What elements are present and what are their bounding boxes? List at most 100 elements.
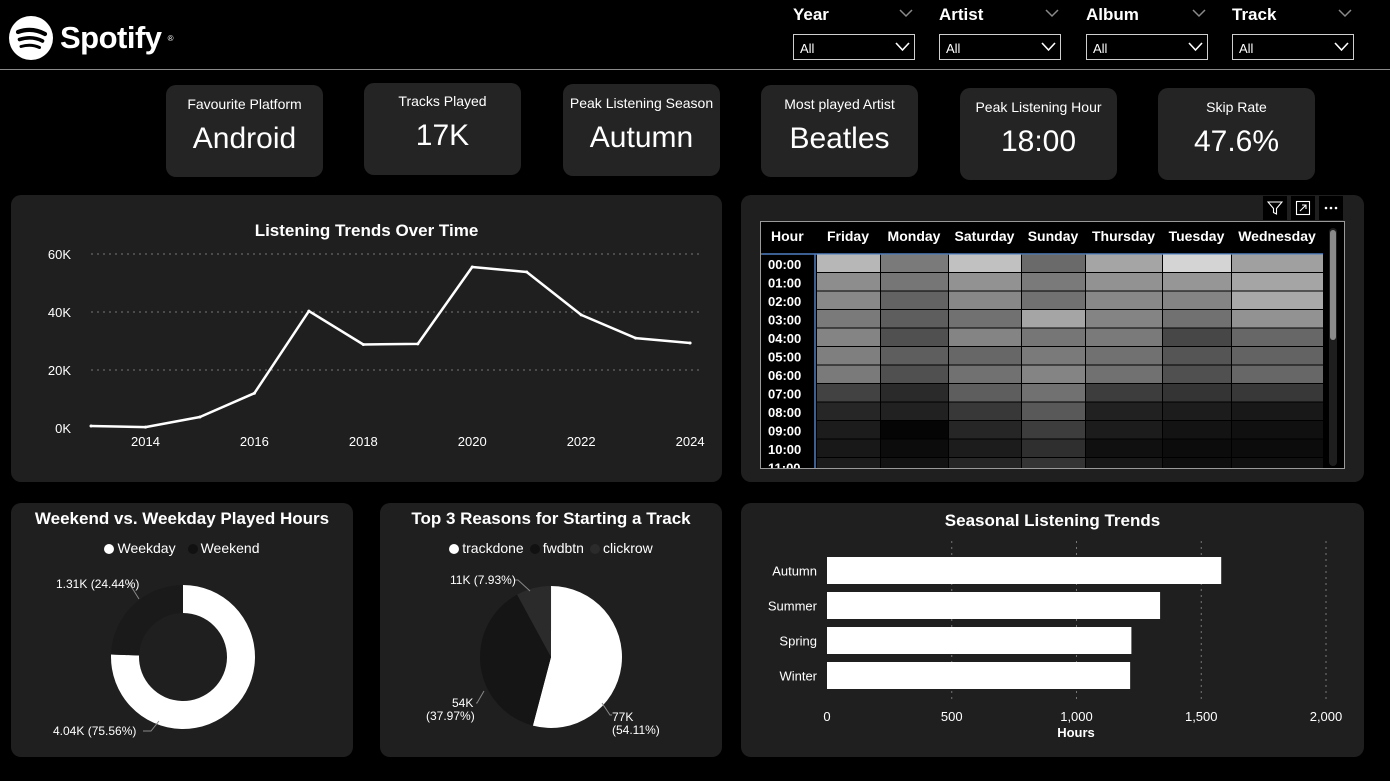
spotify-logo: Spotify ®: [8, 15, 173, 61]
y-category-label: Winter: [779, 669, 817, 684]
heatmap-cell: [1163, 328, 1231, 346]
heatmap-cell: [949, 421, 1021, 439]
heatmap-cell: [1086, 291, 1162, 309]
heatmap-cell: [817, 421, 880, 439]
heatmap-cell: [1086, 458, 1162, 468]
track-select[interactable]: All: [1232, 34, 1354, 60]
leader-line: [601, 702, 612, 716]
year-select-value: All: [800, 41, 815, 56]
bar-summer: [827, 592, 1161, 619]
year-filter[interactable]: Year All: [793, 5, 915, 60]
app-title: Spotify: [60, 20, 162, 55]
heatmap-column-header: Wednesday: [1238, 228, 1316, 244]
heatmap-cell: [817, 273, 880, 291]
heatmap-cell: [817, 439, 880, 457]
heatmap-row-label: 04:00: [768, 331, 801, 346]
heatmap-column-header: Sunday: [1028, 228, 1079, 244]
y-tick-label: 0K: [55, 421, 71, 436]
hour-day-heatmap[interactable]: Hour Friday Monday Saturday Sunday Thursday Tu…: [760, 221, 1345, 469]
heatmap-column-header: Friday: [827, 228, 869, 244]
heatmap-cell: [1086, 347, 1162, 365]
heatmap-row-label: 05:00: [768, 350, 801, 365]
donut-slice-weekend: [111, 585, 183, 656]
chevron-down-icon[interactable]: [899, 9, 913, 18]
album-select[interactable]: All: [1086, 34, 1208, 60]
heatmap-cell: [1232, 365, 1323, 383]
data-label: 11K (7.93%): [450, 573, 516, 587]
album-filter[interactable]: Album All: [1086, 5, 1208, 60]
heatmap-cell: [1232, 291, 1323, 309]
bar-spring: [827, 627, 1132, 654]
heatmap-cell: [881, 273, 948, 291]
heatmap-cell: [1086, 328, 1162, 346]
data-point: [307, 309, 311, 313]
heatmap-cell: [881, 328, 948, 346]
kpi-peak-season: Peak Listening Season Autumn: [563, 84, 720, 176]
heatmap-column-header: Thursday: [1092, 228, 1155, 244]
heatmap-cell: [949, 384, 1021, 402]
heatmap-cell: [949, 273, 1021, 291]
heatmap-cell: [881, 291, 948, 309]
heatmap-cell: [1086, 365, 1162, 383]
heatmap-cell: [1086, 402, 1162, 420]
data-label: 54K: [452, 696, 473, 710]
more-options-icon[interactable]: [1319, 196, 1343, 220]
heatmap-cell: [949, 458, 1021, 468]
chevron-down-icon[interactable]: [1338, 9, 1352, 18]
heatmap-cell: [881, 310, 948, 328]
heatmap-row-label: 09:00: [768, 424, 801, 439]
heatmap-cell: [1163, 384, 1231, 402]
chevron-down-icon: [895, 42, 910, 52]
heatmap-cell: [1232, 384, 1323, 402]
x-tick-label: 2014: [131, 434, 160, 449]
line-chart: 0K 20K 40K 60K 2014 2016 2018 2020 2022 2024: [48, 247, 705, 449]
heatmap-cell: [1232, 421, 1323, 439]
kpi-favourite-platform: Favourite Platform Android: [166, 85, 323, 177]
data-point: [634, 336, 638, 340]
heatmap-cell: [949, 365, 1021, 383]
spotify-icon: [9, 16, 53, 60]
heatmap-cell: [817, 310, 880, 328]
filter-icon[interactable]: [1263, 196, 1287, 220]
kpi-label: Tracks Played: [398, 93, 487, 109]
chevron-down-icon: [1188, 42, 1203, 52]
kpi-value: Android: [192, 122, 297, 155]
year-select[interactable]: All: [793, 34, 915, 60]
heatmap-cell: [949, 310, 1021, 328]
y-category-label: Autumn: [772, 564, 817, 579]
heatmap-cell: [1086, 421, 1162, 439]
kpi-tracks-played: Tracks Played 17K: [364, 83, 521, 175]
data-label: 1.31K (24.44%): [56, 577, 139, 591]
heatmap-cell: [1086, 254, 1162, 272]
heatmap-cell: [949, 402, 1021, 420]
heatmap-cell: [1022, 365, 1085, 383]
focus-mode-icon[interactable]: [1291, 196, 1315, 220]
heatmap-cell: [881, 458, 948, 468]
x-tick-label: 2016: [240, 434, 269, 449]
kpi-value: 47.6%: [1193, 125, 1280, 158]
kpi-value: 18:00: [1000, 125, 1077, 158]
data-point: [361, 342, 365, 346]
x-tick-label: 500: [941, 709, 963, 724]
leader-line: [476, 690, 485, 704]
scrollbar-thumb: [1330, 230, 1336, 340]
heatmap-cell: [1022, 402, 1085, 420]
track-filter[interactable]: Track All: [1232, 5, 1354, 60]
artist-select[interactable]: All: [939, 34, 1061, 60]
chevron-down-icon[interactable]: [1192, 9, 1206, 18]
heatmap-cell: [881, 254, 948, 272]
heatmap-cell: [1022, 421, 1085, 439]
heatmap-cell: [949, 254, 1021, 272]
heatmap-row-label: 01:00: [768, 276, 801, 291]
kpi-most-played-artist: Most played Artist Beatles: [761, 85, 918, 177]
chevron-down-icon[interactable]: [1045, 9, 1059, 18]
heatmap-cell: [1022, 310, 1085, 328]
heatmap-cell: [949, 439, 1021, 457]
heatmap-cell: [881, 347, 948, 365]
artist-filter[interactable]: Artist All: [939, 5, 1061, 60]
heatmap-cell: [881, 421, 948, 439]
heatmap-cell: [817, 254, 880, 272]
data-point: [579, 313, 583, 317]
heatmap-cell: [1163, 273, 1231, 291]
heatmap-cell: [881, 402, 948, 420]
